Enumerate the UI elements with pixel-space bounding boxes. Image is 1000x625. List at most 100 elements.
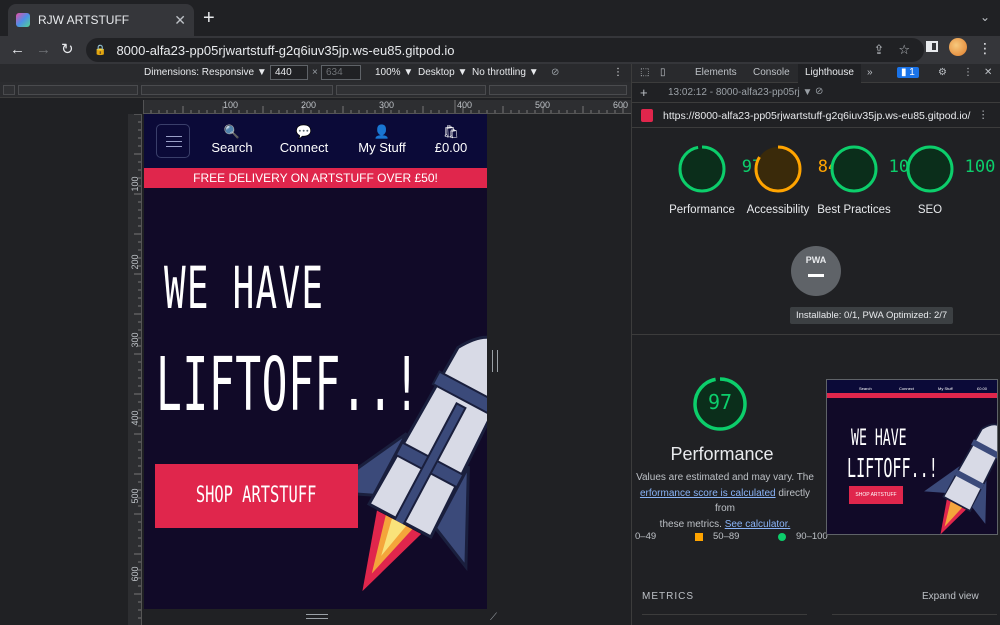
ruler-label: 300 bbox=[130, 332, 140, 348]
legend-range-pass: 90–100 bbox=[796, 531, 828, 542]
perf-desc-text-1: Values are estimated and may vary. The bbox=[636, 472, 814, 483]
zoom-dropdown[interactable]: 100% ▼ bbox=[375, 67, 413, 78]
hamburger-menu-button[interactable] bbox=[156, 124, 190, 158]
resize-handle-horizontal[interactable] bbox=[492, 350, 498, 372]
devtools-settings-gear-icon[interactable]: ⚙ bbox=[938, 67, 947, 78]
media-query-segment[interactable] bbox=[3, 85, 15, 95]
tab-elements[interactable]: Elements bbox=[695, 67, 737, 78]
browser-tab[interactable]: RJW ARTSTUFF ✕ bbox=[8, 4, 194, 36]
shop-artstuff-label: SHOP ARTSTUFF bbox=[196, 483, 317, 508]
shopping-bag-icon: 🛍 bbox=[442, 124, 460, 139]
device-toggle-icon[interactable]: ▯ bbox=[660, 67, 666, 78]
see-calculator-link[interactable]: See calculator. bbox=[725, 519, 791, 530]
clear-reports-icon[interactable]: ⊘ bbox=[815, 86, 823, 97]
media-query-segment[interactable] bbox=[336, 85, 486, 95]
browser-toolbar: ← → ↻ 🔒 8000-alfa23-pp05rjwartstuff-g2q6… bbox=[0, 36, 1000, 64]
tab-lighthouse[interactable]: Lighthouse bbox=[798, 64, 861, 83]
score-gauge-accessibility[interactable]: 84 bbox=[753, 144, 838, 194]
report-url[interactable]: https://8000-alfa23-pp05rjwartstuff-g2q6… bbox=[663, 110, 970, 122]
score-label: Best Practices bbox=[817, 204, 891, 216]
nav-my-stuff[interactable]: 👤 My Stuff bbox=[355, 124, 409, 155]
pwa-badge[interactable]: PWA bbox=[791, 246, 841, 296]
device-type-dropdown[interactable]: Desktop ▼ bbox=[418, 67, 467, 78]
devtools-close-icon[interactable]: ✕ bbox=[984, 67, 992, 78]
nav-search-label: Search bbox=[211, 140, 253, 155]
chat-icon: 💬 bbox=[295, 124, 313, 139]
address-bar[interactable]: 🔒 8000-alfa23-pp05rjwartstuff-g2q6iuv35j… bbox=[86, 38, 924, 62]
bookmark-star-icon[interactable]: ☆ bbox=[898, 42, 910, 58]
share-icon[interactable]: ⇪ bbox=[873, 42, 884, 58]
media-query-segment[interactable] bbox=[18, 85, 138, 95]
new-report-plus-icon[interactable]: + bbox=[640, 85, 648, 100]
score-label: Accessibility bbox=[746, 204, 810, 216]
throttling-dropdown[interactable]: No throttling ▼ bbox=[472, 67, 539, 78]
performance-large-score: 97 bbox=[707, 390, 733, 414]
shop-artstuff-button[interactable]: SHOP ARTSTUFF bbox=[155, 464, 358, 528]
lock-icon: 🔒 bbox=[94, 44, 107, 56]
devtools-tab-bar: ⬚ ▯ Elements Console Lighthouse » ▮ 1 ⚙ … bbox=[632, 64, 1000, 83]
lighthouse-toolbar: + 13:02:12 - 8000-alfa23-pp05rj ▼ ⊘ bbox=[632, 83, 1000, 103]
more-tabs-icon[interactable]: » bbox=[867, 67, 873, 78]
reload-icon[interactable]: ↻ bbox=[61, 40, 74, 60]
profile-avatar[interactable] bbox=[949, 38, 967, 56]
legend-range-average: 50–89 bbox=[713, 531, 740, 542]
inspect-element-icon[interactable]: ⬚ bbox=[640, 67, 649, 78]
thumb-shop-button: SHOP ARTSTUFF bbox=[849, 486, 903, 504]
ruler-label: 200 bbox=[130, 254, 140, 270]
ruler-label: 500 bbox=[535, 100, 551, 110]
close-tab-icon[interactable]: ✕ bbox=[174, 12, 186, 29]
devtools-menu-icon[interactable]: ⋮ bbox=[963, 67, 973, 78]
width-input[interactable]: 440 bbox=[270, 65, 308, 80]
issues-badge[interactable]: ▮ 1 bbox=[897, 67, 919, 78]
media-query-segment[interactable] bbox=[489, 85, 627, 95]
metrics-divider bbox=[642, 614, 807, 615]
dimension-separator: × bbox=[312, 67, 318, 78]
perf-desc-text-3: these metrics. bbox=[659, 518, 722, 530]
device-toolbar-menu-icon[interactable]: ⋮ bbox=[613, 67, 623, 78]
forward-arrow-icon[interactable]: → bbox=[36, 40, 51, 60]
ruler-label: 400 bbox=[457, 100, 473, 110]
ruler-label: 300 bbox=[379, 100, 395, 110]
score-gauge-seo[interactable]: 100 bbox=[905, 144, 995, 194]
vertical-ruler: 100 200 300 400 500 600 bbox=[128, 114, 142, 625]
ruler-label: 600 bbox=[613, 100, 629, 110]
score-label: Performance bbox=[669, 204, 735, 216]
ruler-label: 100 bbox=[223, 100, 239, 110]
nav-search[interactable]: 🔍 Search bbox=[210, 124, 254, 155]
thumb-headline-2: LIFTOFF..! bbox=[847, 454, 938, 484]
address-url[interactable]: 8000-alfa23-pp05rjwartstuff-g2q6iuv35jp.… bbox=[116, 43, 873, 58]
ruler-label: 100 bbox=[130, 176, 140, 192]
performance-description: Values are estimated and may vary. The e… bbox=[632, 470, 818, 532]
report-menu-icon[interactable]: ⋮ bbox=[978, 109, 989, 121]
side-panel-icon[interactable] bbox=[926, 41, 938, 52]
expand-view-button[interactable]: Expand view bbox=[922, 591, 979, 602]
tab-console[interactable]: Console bbox=[753, 67, 790, 78]
page-screenshot-thumbnail[interactable]: Search Connect My Stuff £0.00 WE HAVE LI… bbox=[826, 379, 998, 535]
score-gauge-best-practices[interactable]: 100 bbox=[829, 144, 919, 194]
tab-search-chevron-icon[interactable]: ⌄ bbox=[980, 10, 990, 24]
ruler-label: 400 bbox=[130, 410, 140, 426]
report-selector[interactable]: 13:02:12 - 8000-alfa23-pp05rj ▼ bbox=[668, 87, 812, 98]
rotate-icon[interactable]: ⊘ bbox=[551, 67, 559, 78]
hero-headline-line-1: WE HAVE bbox=[164, 254, 325, 322]
dimensions-dropdown[interactable]: Dimensions: Responsive ▼ bbox=[144, 67, 267, 78]
nav-cart-total: £0.00 bbox=[434, 140, 468, 155]
nav-connect-label: Connect bbox=[279, 140, 329, 155]
back-arrow-icon[interactable]: ← bbox=[10, 40, 25, 60]
legend-pass-circle-icon bbox=[778, 533, 786, 541]
pwa-dash-icon bbox=[808, 274, 824, 277]
media-query-segment[interactable] bbox=[141, 85, 333, 95]
resize-handle-corner-icon[interactable]: ⟋ bbox=[490, 612, 497, 623]
emulated-website: 🔍 Search 💬 Connect 👤 My Stuff 🛍 £0.00 FR… bbox=[144, 114, 487, 609]
search-icon: 🔍 bbox=[223, 124, 241, 139]
ruler-label: 500 bbox=[130, 488, 140, 504]
nav-connect[interactable]: 💬 Connect bbox=[277, 124, 331, 155]
nav-cart[interactable]: 🛍 £0.00 bbox=[432, 124, 470, 155]
height-input[interactable]: 634 bbox=[321, 65, 361, 80]
browser-menu-icon[interactable]: ⋮ bbox=[978, 40, 992, 57]
score-gauge-performance[interactable]: 97 bbox=[677, 144, 762, 194]
resize-handle-vertical[interactable] bbox=[306, 614, 328, 619]
new-tab-button[interactable]: + bbox=[203, 8, 215, 28]
pwa-badge-label: PWA bbox=[805, 255, 827, 265]
perf-score-link[interactable]: erformance score is calculated bbox=[640, 488, 776, 499]
